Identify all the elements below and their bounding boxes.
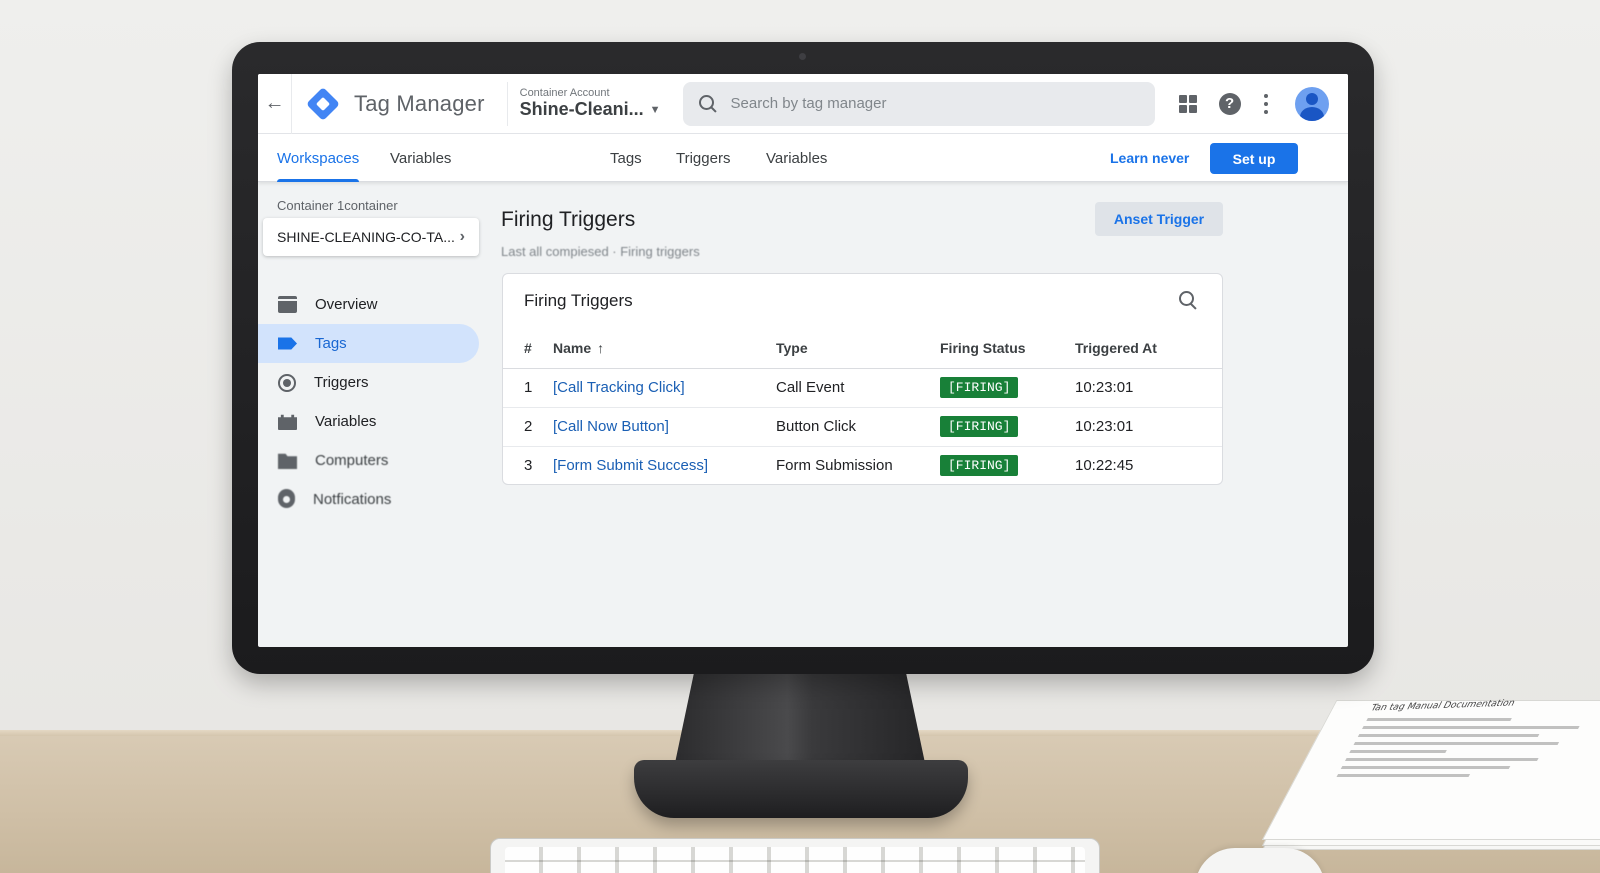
help-icon[interactable]: ? [1218,92,1241,115]
container-label: Container 1container [277,198,398,213]
trigger-type: Call Event [776,368,940,408]
column-header-firing-status: Firing Status [940,329,1075,369]
sidebar-item-label: Notfications [313,491,392,508]
trigger-type: Button Click [776,407,940,447]
sidebar-item-variables[interactable]: Variables [258,402,479,441]
chevron-right-icon: › [459,228,465,245]
monitor-stand-base [634,760,968,818]
overview-icon [278,296,297,313]
sidebar-item-label: Overview [315,296,378,313]
card-title: Firing Triggers [524,291,633,310]
row-number: 2 [503,407,553,447]
back-arrow-icon[interactable]: ← [258,74,292,134]
firing-triggers-card: Firing Triggers # Name ↑ Type Firing Stat… [502,273,1223,485]
webcam [799,53,806,60]
column-header-type: Type [776,329,940,369]
account-value: Shine-Cleani... ▼ [520,99,661,120]
sidebar-item-notifications[interactable]: Notfications [258,480,479,519]
sidebar-item-label: Triggers [314,374,369,391]
tag-manager-logo-icon [306,86,340,121]
column-header-number: # [503,329,553,369]
row-number: 3 [524,457,533,475]
learn-link[interactable]: Learn never [1110,134,1189,182]
search-input[interactable] [730,95,1111,112]
nav-bar: Workspaces Variables Tags Triggers Varia… [258,134,1348,182]
sort-arrow-up-icon[interactable]: ↑ [597,340,604,356]
apps-grid-icon[interactable] [1178,94,1197,113]
paper-sheet-top: Tan tag Manual Documentation [1262,698,1600,840]
add-trigger-button[interactable]: Anset Trigger [1095,202,1223,236]
page-title: Firing Triggers [501,208,636,231]
triggers-table: # Name ↑ Type Firing Status Triggered At … [503,329,1222,484]
avatar[interactable] [1294,86,1329,121]
monitor-stand-neck [675,668,925,763]
sidebar-item-triggers[interactable]: Triggers [258,363,479,402]
tab-workspaces[interactable]: Workspaces [277,134,360,182]
app-name: Tag Manager [354,90,485,116]
folder-icon [278,453,297,469]
status-badge: [FIRING] [940,416,1019,437]
triggered-time: 10:23:01 [1075,368,1222,408]
sidebar-item-label: Computers [315,452,389,469]
app-bar: ← Tag Manager Container Account Shine-Cl… [258,74,1348,134]
document-text-lines [1334,713,1600,782]
tab-variables[interactable]: Variables [766,134,827,182]
trigger-name-link[interactable]: [Form Submit Success] [553,457,708,474]
sidebar-item-label: Variables [315,413,377,430]
table-row: 1 [Call Tracking Click] Call Event [FIRI… [503,368,1222,408]
keyboard [490,838,1100,873]
caret-down-icon: ▼ [649,103,661,116]
tab-variables-left[interactable]: Variables [390,134,451,182]
search-bar[interactable] [682,81,1155,126]
container-selector[interactable]: SHINE-CLEANING-CO-TA... › [263,218,479,256]
search-icon[interactable] [1179,291,1199,311]
row-number: 1 [503,368,553,408]
screen: ← Tag Manager Container Account Shine-Cl… [258,74,1348,647]
trigger-type: Form Submission [776,457,893,475]
trigger-name-link[interactable]: [Call Tracking Click] [553,379,685,396]
sidebar-item-tags[interactable]: Tags [258,324,479,363]
table-row: 3 [Form Submit Success] Form Submission … [503,446,1222,484]
table-row: 2 [Call Now Button] Button Click [FIRING… [503,407,1222,447]
account-name: Shine-Cleani... [519,99,644,119]
sidebar-item-computers[interactable]: Computers [258,441,479,480]
status-badge: [FIRING] [940,455,1019,477]
variable-icon [278,414,297,430]
account-label: Container Account [519,87,610,99]
status-badge: [FIRING] [940,377,1019,398]
sidebar-item-label: Tags [315,335,347,352]
monitor-bezel: ← Tag Manager Container Account Shine-Cl… [232,42,1374,674]
trigger-name-link[interactable]: [Call Now Button] [553,418,669,435]
triggered-time: 10:22:45 [1075,457,1134,475]
more-vert-icon[interactable] [1263,93,1269,114]
triggered-time: 10:23:01 [1075,407,1222,447]
tag-icon [278,337,297,350]
container-name: SHINE-CLEANING-CO-TA... [277,229,455,245]
column-header-name[interactable]: Name ↑ [553,329,776,369]
gear-icon [278,491,295,508]
column-header-triggered-at: Triggered At [1075,329,1222,369]
document-title: Tan tag Manual Documentation [1368,698,1517,714]
page-subtitle: Last all compiesed · Firing triggers [501,244,700,259]
table-header-row: # Name ↑ Type Firing Status Triggered At [503,329,1222,369]
search-icon [698,94,717,113]
account-selector[interactable]: Container Account Shine-Cleani... ▼ [506,81,661,126]
document-stack: Tan tag Manual Documentation [1262,698,1600,850]
sidebar-item-overview[interactable]: Overview [258,285,479,324]
tab-triggers[interactable]: Triggers [676,134,730,182]
tab-tags[interactable]: Tags [610,134,642,182]
setup-button[interactable]: Set up [1210,143,1298,174]
trigger-icon [278,373,296,392]
top-icons: ? [1178,86,1329,121]
